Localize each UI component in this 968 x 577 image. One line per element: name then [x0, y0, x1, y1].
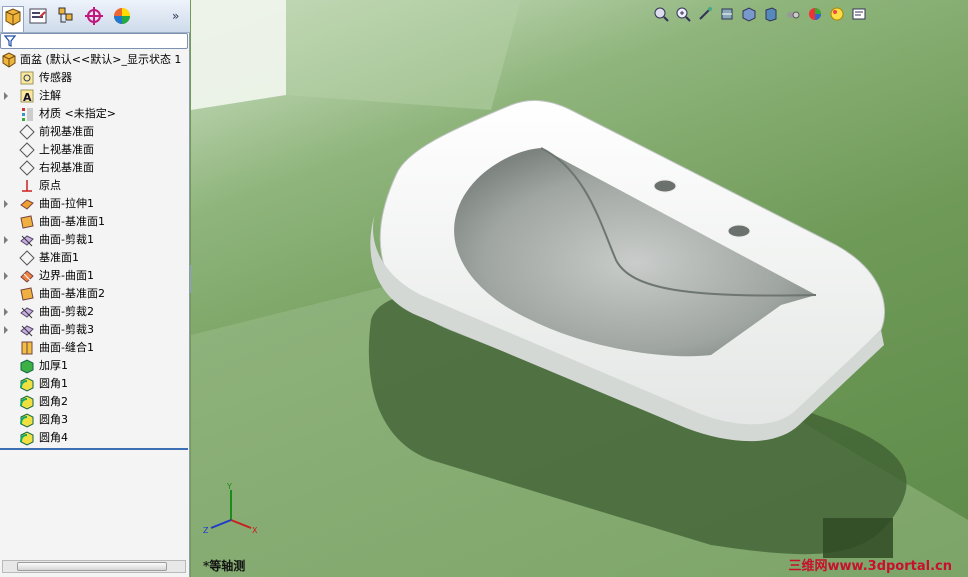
heads-up-view-toolbar [653, 6, 873, 26]
plane-icon [19, 124, 35, 140]
corner-shadow [823, 518, 893, 558]
triad-z-label: Z [203, 526, 209, 535]
tree-item-label: 曲面-拉伸1 [39, 197, 94, 210]
fillet-icon [20, 413, 34, 428]
material-icon [22, 108, 33, 121]
property-manager-tab[interactable] [28, 6, 50, 28]
surface-trim-icon [20, 307, 34, 319]
tree-item-label: 曲面-基准面2 [39, 287, 105, 300]
tree-item-label: 圆角3 [39, 413, 68, 426]
tree-item-label: 材质 <未指定> [39, 107, 116, 120]
expand-arrow-icon[interactable] [4, 92, 8, 100]
fillet-icon [20, 377, 34, 392]
tree-item-label: 边界-曲面1 [39, 269, 94, 282]
tree-item-label: 加厚1 [39, 359, 68, 372]
manager-tabbar: » [0, 0, 190, 33]
surface-extrude-icon [20, 199, 34, 210]
view-orientation-label: *等轴测 [203, 559, 246, 573]
surface-trim-icon [20, 235, 34, 247]
tree-item-label: 圆角2 [39, 395, 68, 408]
edit-appearance-icon[interactable] [807, 6, 823, 22]
dimxpert-tab[interactable] [84, 6, 106, 28]
configuration-manager-tab[interactable] [56, 6, 78, 28]
plane-icon [19, 250, 35, 266]
tree-item-label: 曲面-剪裁3 [39, 323, 94, 336]
thicken-icon [20, 359, 34, 374]
filter-icon [4, 35, 16, 47]
feature-manager-tab[interactable] [2, 6, 24, 32]
tree-item-label: 前视基准面 [39, 125, 94, 138]
surface-knit-icon [21, 341, 33, 355]
horizontal-scrollbar[interactable] [2, 560, 186, 573]
faucet-hole-2 [727, 224, 751, 238]
surface-trim-icon [20, 325, 34, 337]
light-gradient [286, 0, 521, 110]
tree-item-label: 传感器 [39, 71, 72, 84]
sensor-icon [20, 71, 34, 85]
light-reflection [191, 0, 286, 110]
section-view-icon[interactable] [719, 6, 735, 22]
tree-item-label: 圆角4 [39, 431, 68, 444]
triad-x-label: X [252, 526, 258, 535]
tree-item-label: 基准面1 [39, 251, 79, 264]
planar-surface-icon [20, 215, 34, 229]
tree-item-label: 曲面-缝合1 [39, 341, 94, 354]
tree-bottom-divider [0, 448, 188, 450]
part-icon [2, 52, 16, 68]
boundary-surface-icon [20, 270, 34, 283]
annotation-icon: A [20, 89, 34, 104]
tree-root-label: 面盆 (默认<<默认>_显示状态 1 [20, 53, 182, 66]
origin-icon [22, 180, 32, 192]
plane-icon [19, 160, 35, 176]
tree-item-label: 曲面-剪裁2 [39, 305, 94, 318]
tree-item-label: 上视基准面 [39, 143, 94, 156]
display-style-icon[interactable] [763, 6, 779, 22]
scrollbar-thumb[interactable] [17, 562, 167, 571]
planar-surface-icon [20, 287, 34, 301]
triad-y-label: Y [226, 482, 232, 491]
tree-item-label: 曲面-剪裁1 [39, 233, 94, 246]
expand-arrow-icon[interactable] [4, 308, 8, 316]
scene [191, 0, 968, 577]
faucet-hole-1 [653, 179, 677, 193]
fillet-icon [20, 431, 34, 446]
tree-item-label: 圆角1 [39, 377, 68, 390]
tree-filter-input[interactable] [0, 33, 188, 49]
expand-arrow-icon[interactable] [4, 326, 8, 334]
expand-tabs-icon[interactable]: » [172, 9, 179, 23]
view-settings-icon[interactable] [851, 6, 867, 22]
expand-arrow-icon[interactable] [4, 200, 8, 208]
svg-text:A: A [23, 91, 32, 104]
plane-icon [19, 142, 35, 158]
expand-arrow-icon[interactable] [4, 272, 8, 280]
zoom-to-fit-icon[interactable] [653, 6, 669, 22]
watermark-text: 三维网www.3dportal.cn [788, 559, 952, 574]
feature-manager-panel: » 面盆 (默认<<默认>_显示状态 1 传感器 A 注解材质 <未指定> 前视基准面… [0, 0, 190, 577]
tree-item-label: 注解 [39, 89, 61, 102]
zoom-to-area-icon[interactable] [675, 6, 691, 22]
tree-item-label: 右视基准面 [39, 161, 94, 174]
graphics-viewport[interactable]: Y X Z *等轴测 三维网www.3dportal.cn [191, 0, 968, 577]
expand-arrow-icon[interactable] [4, 236, 8, 244]
previous-view-icon[interactable] [697, 6, 713, 22]
tree-item-label: 原点 [39, 179, 61, 192]
coordinate-triad: Y X Z [203, 482, 258, 535]
fillet-icon [20, 395, 34, 410]
apply-scene-icon[interactable] [829, 6, 845, 22]
display-manager-tab[interactable] [112, 6, 134, 28]
view-orientation-icon[interactable] [741, 6, 757, 22]
hide-show-icon[interactable] [785, 6, 801, 22]
tree-item-label: 曲面-基准面1 [39, 215, 105, 228]
